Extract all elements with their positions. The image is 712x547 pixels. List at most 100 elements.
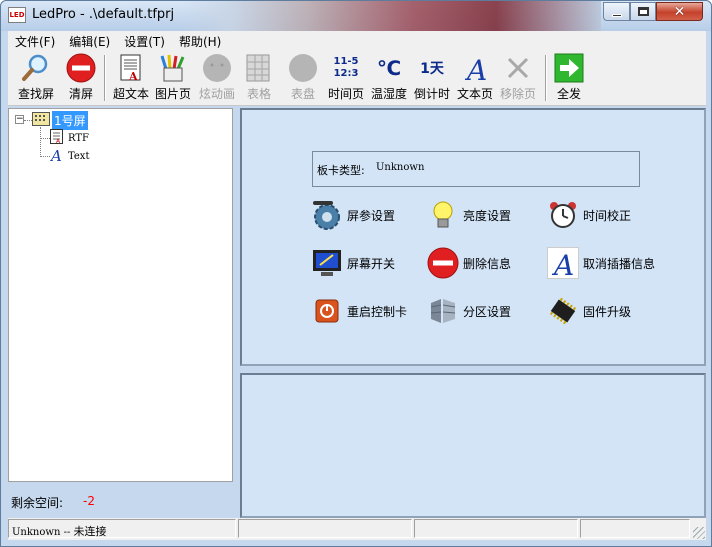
- status-cell: [238, 519, 412, 538]
- send-all-button[interactable]: 全发: [552, 53, 586, 103]
- status-device: Unknown: [12, 527, 61, 538]
- tree-collapse-toggle[interactable]: −: [15, 115, 24, 124]
- remove-x-icon: [503, 53, 533, 83]
- table-label: 表格: [246, 87, 271, 101]
- partition-button[interactable]: 分区设置: [426, 294, 511, 328]
- delete-info-label: 删除信息: [463, 256, 512, 271]
- status-bar: Unknown -- 未连接: [8, 518, 706, 540]
- remaining-space-label: 剩余空间:: [11, 496, 64, 510]
- screen-params-label: 屏参设置: [347, 208, 396, 223]
- screen-switch-button[interactable]: 屏幕开关: [310, 246, 395, 280]
- countdown-button[interactable]: 1天 倒计时: [412, 53, 452, 103]
- clear-screen-button[interactable]: 清屏: [64, 53, 98, 103]
- remaining-space-row: 剩余空间: -2: [8, 484, 233, 516]
- partition-label: 分区设置: [463, 304, 512, 319]
- text-page-label: 文本页: [456, 87, 493, 101]
- countdown-icon: 1天: [420, 61, 444, 77]
- tree-connector: [40, 138, 50, 139]
- pencil-cup-icon: [158, 53, 188, 83]
- close-button[interactable]: ✕: [656, 2, 703, 21]
- tree-root-screen-1[interactable]: 1号屏: [52, 111, 88, 130]
- board-type-label: 板卡类型:: [317, 164, 365, 177]
- resize-grip[interactable]: [693, 527, 705, 539]
- brightness-button[interactable]: 亮度设置: [426, 198, 511, 232]
- animation-button[interactable]: 炫动画: [198, 53, 236, 103]
- delete-info-button[interactable]: 删除信息: [426, 246, 511, 280]
- menu-help[interactable]: 帮助(H): [172, 31, 228, 51]
- firmware-upgrade-button[interactable]: 固件升级: [546, 294, 631, 328]
- cancel-insert-button[interactable]: A 取消插播信息: [546, 246, 655, 280]
- super-text-button[interactable]: A 超文本: [112, 53, 150, 103]
- tree-item-rtf[interactable]: A RTF: [50, 129, 89, 147]
- window-title: LedPro - .\default.tfprj: [32, 7, 175, 22]
- tree-item-label: Text: [68, 150, 90, 162]
- screen-switch-label: 屏幕开关: [347, 256, 396, 271]
- app-window: LED LedPro - .\default.tfprj ✕ 文件(F) 编辑(…: [0, 0, 712, 547]
- time-calibration-button[interactable]: 时间校正: [546, 198, 631, 232]
- minimize-button[interactable]: [603, 2, 630, 21]
- document-text-icon: A: [116, 53, 146, 83]
- time-page-label: 时间页: [327, 87, 364, 101]
- menu-settings[interactable]: 设置(T): [117, 31, 172, 51]
- tree-connector: [40, 127, 41, 157]
- screen-params-button[interactable]: 屏参设置: [310, 198, 395, 232]
- app-icon: LED: [8, 7, 26, 23]
- firmware-upgrade-label: 固件升级: [583, 304, 632, 319]
- status-cell: [414, 519, 578, 538]
- italic-a-icon: A: [546, 246, 580, 280]
- screen-tree[interactable]: − 1号屏 A RTF A Text: [8, 108, 233, 482]
- italic-a-icon: A: [460, 53, 490, 83]
- no-entry-icon: [426, 246, 460, 280]
- magnifier-icon: [21, 53, 51, 83]
- maximize-button[interactable]: [630, 2, 656, 21]
- menu-bar: 文件(F) 编辑(E) 设置(T) 帮助(H): [8, 31, 706, 51]
- temp-humidity-button[interactable]: ℃ 温湿度: [369, 53, 409, 103]
- time-page-button[interactable]: 11-5 12:3 时间页: [326, 53, 366, 103]
- dial-button[interactable]: 表盘: [286, 53, 320, 103]
- green-arrow-icon: [554, 53, 584, 83]
- picture-page-button[interactable]: 图片页: [154, 53, 192, 103]
- power-icon: [310, 294, 344, 328]
- toolbar: 查找屏 清屏 A 超文本 图片页 炫动画 表格 表盘 11-5 12:3 时间页…: [8, 51, 706, 106]
- svg-text:A: A: [464, 54, 487, 83]
- pane-splitter[interactable]: [233, 108, 240, 518]
- rtf-document-icon: A: [50, 129, 63, 147]
- toolbar-separator: [545, 55, 547, 101]
- preview-panel: [240, 373, 706, 518]
- tree-item-text[interactable]: A Text: [49, 147, 90, 165]
- title-bar[interactable]: LED LedPro - .\default.tfprj ✕: [1, 1, 711, 31]
- remove-page-label: 移除页: [499, 87, 536, 101]
- title-banner-image: [181, 1, 601, 31]
- status-connection: 未连接: [73, 525, 107, 538]
- table-button[interactable]: 表格: [242, 53, 276, 103]
- status-connection-cell: Unknown -- 未连接: [8, 519, 236, 538]
- find-screen-label: 查找屏: [17, 87, 54, 101]
- control-panel: 板卡类型: Unknown 屏参设置 亮度设置 时间校正 屏幕开关 删除信息 A…: [240, 108, 706, 366]
- tree-item-label: RTF: [68, 132, 89, 144]
- find-screen-button[interactable]: 查找屏: [14, 53, 58, 103]
- monitor-icon: [310, 246, 344, 280]
- picture-page-label: 图片页: [154, 87, 191, 101]
- clear-screen-label: 清屏: [68, 87, 93, 101]
- minimize-icon: [611, 13, 622, 17]
- chip-icon: [546, 294, 580, 328]
- dial-label: 表盘: [290, 87, 315, 101]
- menu-edit[interactable]: 编辑(E): [62, 31, 117, 51]
- board-type-value: Unknown: [376, 162, 425, 173]
- text-page-button[interactable]: A 文本页: [455, 53, 495, 103]
- light-bulb-icon: [426, 198, 460, 232]
- countdown-label: 倒计时: [413, 87, 450, 101]
- menu-file[interactable]: 文件(F): [8, 31, 62, 51]
- remaining-space-value: -2: [83, 494, 95, 508]
- celsius-icon: ℃: [376, 56, 402, 80]
- animation-face-icon: [202, 53, 232, 83]
- svg-text:A: A: [551, 249, 574, 279]
- tree-connector: [40, 156, 50, 157]
- italic-a-icon: A: [49, 147, 63, 165]
- restart-controller-button[interactable]: 重启控制卡: [310, 294, 407, 328]
- svg-text:A: A: [50, 147, 62, 162]
- alarm-clock-icon: [546, 198, 580, 232]
- animation-label: 炫动画: [198, 87, 235, 101]
- time-icon-line1: 11-5: [333, 56, 359, 67]
- remove-page-button[interactable]: 移除页: [498, 53, 538, 103]
